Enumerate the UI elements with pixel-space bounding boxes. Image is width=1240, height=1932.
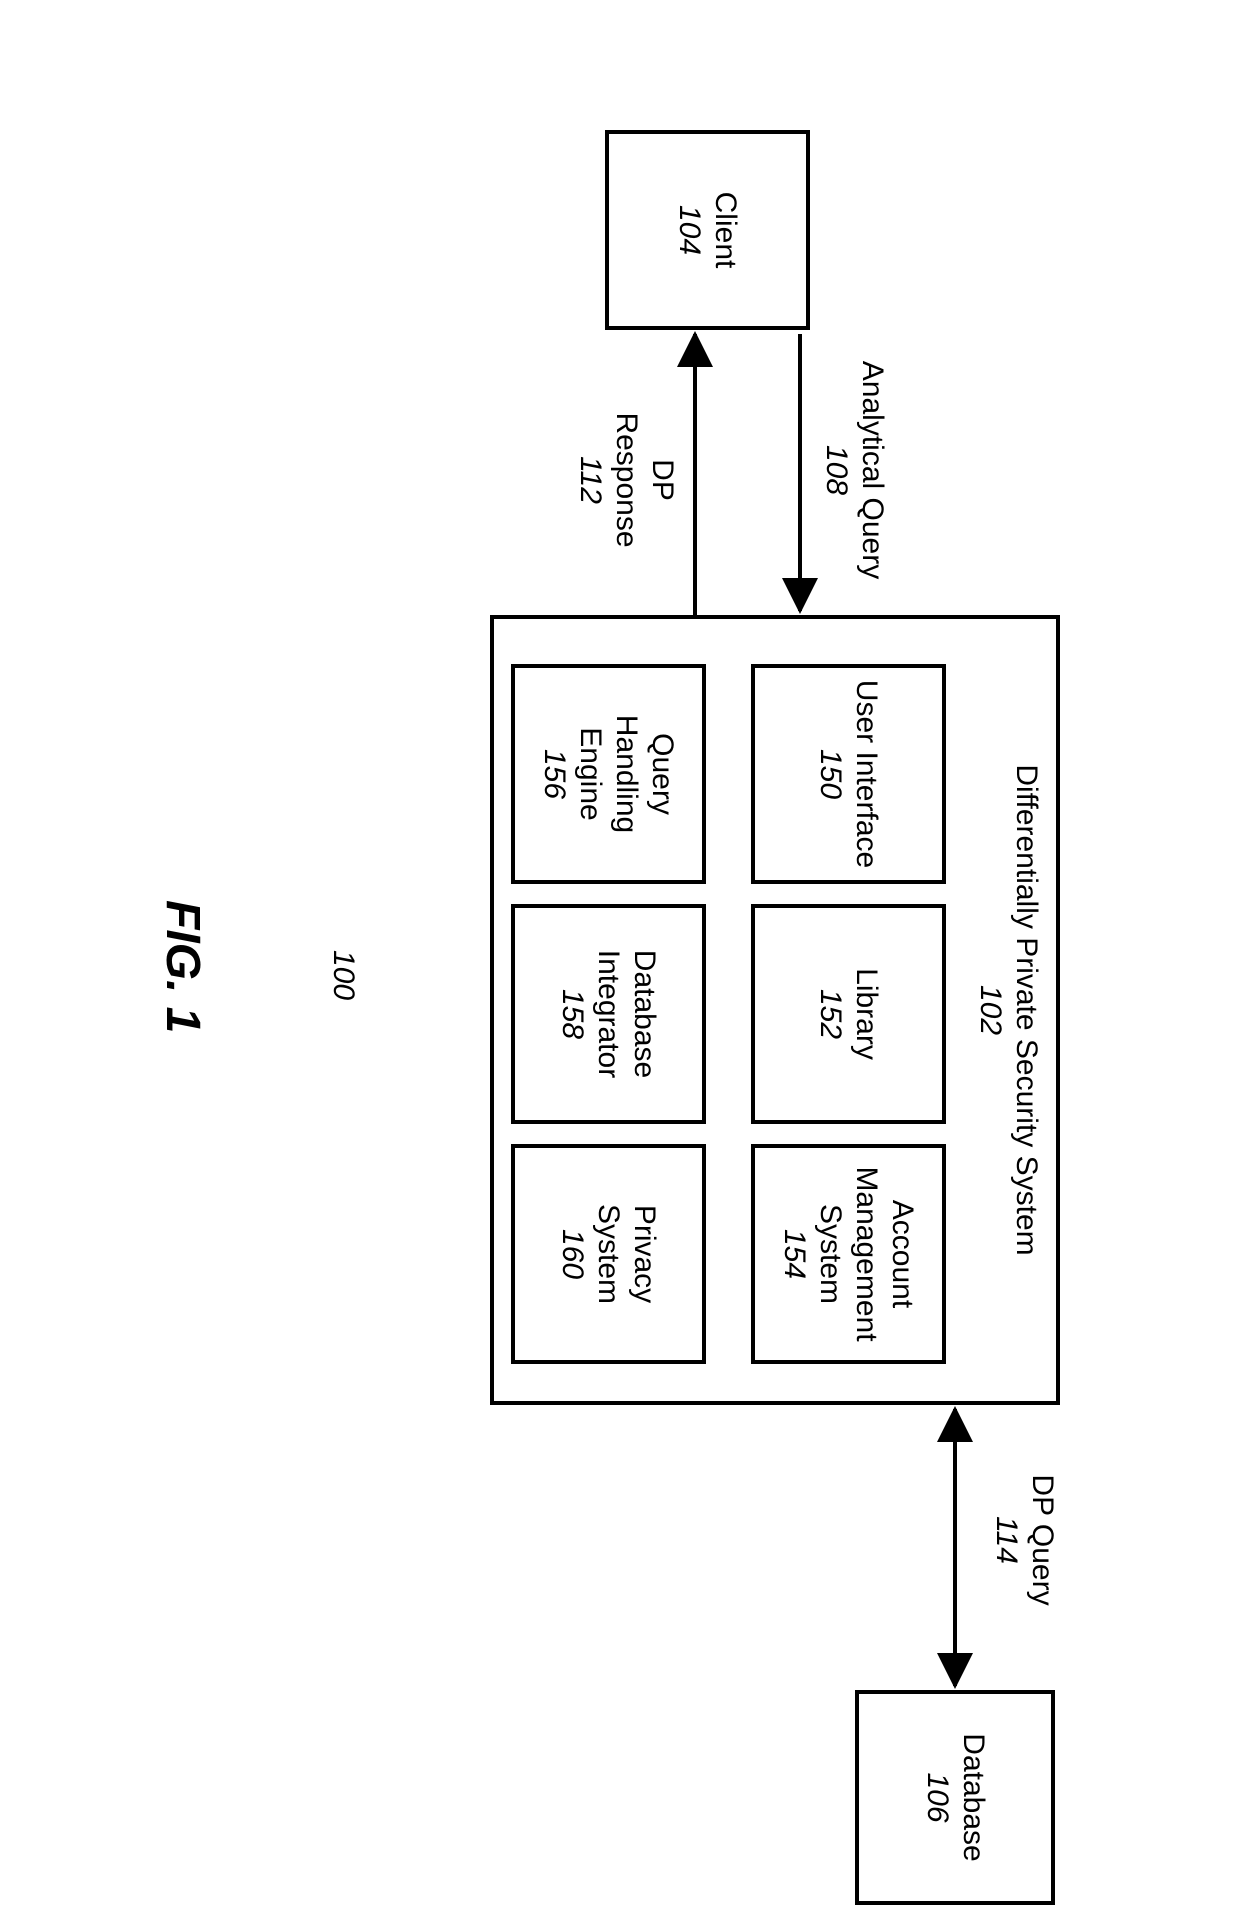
qhe-label1: Query [645, 733, 681, 815]
dp-query-label: DP Query 114 [988, 1440, 1060, 1640]
dp-response-ref: 112 [574, 456, 607, 504]
privacy-system-block: Privacy System 160 [511, 1144, 706, 1364]
lib-ref: 152 [813, 989, 849, 1039]
database-label: Database [955, 1733, 991, 1861]
database-ref: 106 [919, 1772, 955, 1822]
acct-label3: System [813, 1204, 849, 1304]
dbi-label1: Database [627, 950, 663, 1078]
database-integrator-block: Database Integrator 158 [511, 904, 706, 1124]
priv-label1: Privacy [627, 1205, 663, 1303]
dbi-ref: 158 [555, 989, 591, 1039]
analytical-query-label: Analytical Query 108 [818, 330, 890, 610]
user-interface-block: User Interface 150 [751, 664, 946, 884]
client-block: Client 104 [605, 130, 810, 330]
priv-label2: System [591, 1204, 627, 1304]
qhe-ref: 156 [537, 749, 573, 799]
dpss-ref: 102 [974, 985, 1007, 1035]
dpss-title-wrap: Differentially Private Security System 1… [972, 619, 1044, 1401]
priv-ref: 160 [555, 1229, 591, 1279]
diagram-canvas: Client 104 Differentially Private Securi… [0, 0, 1240, 1932]
database-block: Database 106 [855, 1690, 1055, 1905]
qhe-label3: Engine [573, 727, 609, 820]
acct-label2: Management [849, 1166, 885, 1341]
client-label: Client [708, 192, 744, 269]
client-ref: 104 [672, 205, 708, 255]
acct-label1: Account [885, 1200, 921, 1308]
ui-label: User Interface [849, 680, 885, 868]
query-handling-engine-block: Query Handling Engine 156 [511, 664, 706, 884]
dp-query-ref: 114 [990, 1516, 1023, 1564]
dp-response-label: DP Response 112 [572, 390, 680, 570]
qhe-label2: Handling [609, 715, 645, 833]
system-ref: 100 [326, 950, 360, 1000]
dpss-block: Differentially Private Security System 1… [490, 615, 1060, 1405]
figure-title: FIG. 1 [155, 900, 210, 1033]
ui-ref: 150 [813, 749, 849, 799]
library-block: Library 152 [751, 904, 946, 1124]
acct-ref: 154 [777, 1229, 813, 1279]
dpss-label: Differentially Private Security System [1010, 764, 1043, 1255]
account-management-block: Account Management System 154 [751, 1144, 946, 1364]
analytical-query-ref: 108 [820, 445, 853, 495]
lib-label: Library [849, 968, 885, 1060]
dbi-label2: Integrator [591, 950, 627, 1078]
